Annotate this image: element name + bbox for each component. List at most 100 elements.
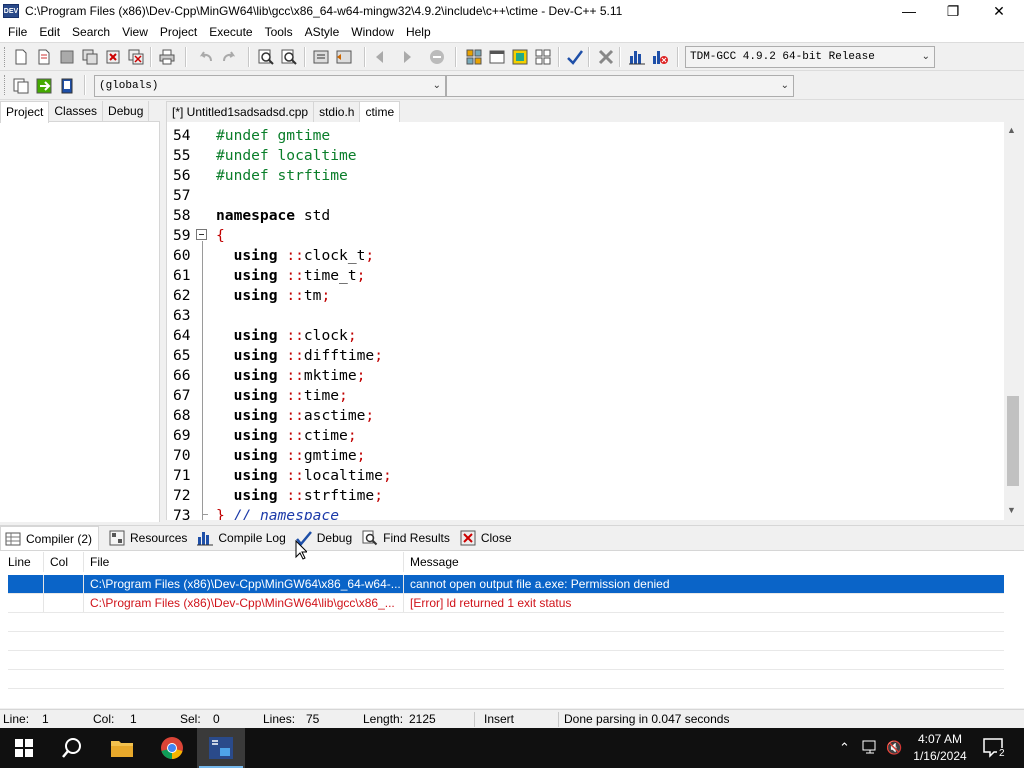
unindent-icon[interactable]	[335, 48, 353, 66]
new-class-icon[interactable]	[488, 48, 506, 66]
notifications-button[interactable]: 2	[970, 728, 1018, 768]
code-line[interactable]: 69 using ::ctime;	[167, 426, 1006, 446]
code-line[interactable]: 67 using ::time;	[167, 386, 1006, 406]
menu-tools[interactable]: Tools	[259, 22, 299, 42]
editor-vertical-scrollbar[interactable]: ▲ ▼	[1004, 122, 1021, 520]
tab-compile-log[interactable]: Compile Log	[193, 526, 291, 550]
code-line[interactable]: 72 using ::strftime;	[167, 486, 1006, 506]
menu-project[interactable]: Project	[154, 22, 203, 42]
code-line[interactable]: 64 using ::clock;	[167, 326, 1006, 346]
code-line[interactable]: 57	[167, 186, 1006, 206]
compiler-select[interactable]: TDM-GCC 4.9.2 64-bit Release ⌄	[685, 46, 935, 68]
menu-file[interactable]: File	[2, 22, 33, 42]
toolbar-grip[interactable]	[4, 75, 7, 95]
menu-edit[interactable]: Edit	[33, 22, 66, 42]
code-line[interactable]: 56 #undef strftime	[167, 166, 1006, 186]
dev-cpp-taskbar-button[interactable]	[197, 728, 245, 768]
tab-find-results[interactable]: Find Results	[358, 526, 456, 550]
open-project-icon[interactable]	[35, 48, 53, 66]
code-line[interactable]: 55 #undef localtime	[167, 146, 1006, 166]
menu-help[interactable]: Help	[400, 22, 437, 42]
member-select[interactable]: ⌄	[446, 75, 794, 97]
code-line[interactable]: 54 #undef gmtime	[167, 126, 1006, 146]
stop-execution-icon[interactable]	[428, 48, 446, 66]
print-icon[interactable]	[158, 48, 176, 66]
profile-icon[interactable]	[651, 48, 669, 66]
new-file-icon[interactable]	[12, 48, 30, 66]
file-explorer-button[interactable]	[98, 728, 146, 768]
code-line[interactable]: 70 using ::gmtime;	[167, 446, 1006, 466]
code-token: #undef strftime	[216, 167, 348, 184]
code-line[interactable]: 61 using ::time_t;	[167, 266, 1006, 286]
tab-debug[interactable]: Debug	[103, 101, 150, 121]
chart-icon[interactable]	[628, 48, 646, 66]
scope-select[interactable]: (globals) ⌄	[94, 75, 446, 97]
replace-icon[interactable]	[280, 48, 298, 66]
scrollbar-thumb[interactable]	[1007, 396, 1019, 486]
tab-stdio-h[interactable]: stdio.h	[313, 101, 361, 122]
tab-project[interactable]: Project	[0, 101, 50, 123]
tab-classes[interactable]: Classes	[49, 101, 104, 121]
new-window-icon[interactable]	[12, 77, 30, 95]
menu-search[interactable]: Search	[66, 22, 116, 42]
menu-execute[interactable]: Execute	[203, 22, 258, 42]
goto-icon[interactable]	[35, 77, 53, 95]
table-row[interactable]: C:\Program Files (x86)\Dev-Cpp\MinGW64\x…	[8, 575, 1004, 594]
code-line[interactable]: 68 using ::asctime;	[167, 406, 1006, 426]
system-clock[interactable]: 4:07 AM 1/16/2024	[910, 731, 970, 765]
close-window-button[interactable]: ✕	[976, 0, 1022, 22]
tab-ctime[interactable]: ctime	[359, 101, 401, 123]
code-line[interactable]: 59{	[167, 226, 1006, 246]
undo-icon[interactable]	[197, 48, 215, 66]
menu-view[interactable]: View	[116, 22, 154, 42]
column-header-col[interactable]: Col	[46, 552, 84, 572]
start-button[interactable]	[0, 728, 48, 768]
column-header-line[interactable]: Line	[4, 552, 44, 572]
code-line[interactable]: 60 using ::clock_t;	[167, 246, 1006, 266]
fold-collapse-icon[interactable]	[196, 229, 207, 240]
column-header-file[interactable]: File	[86, 552, 404, 572]
code-line[interactable]: 66 using ::mktime;	[167, 366, 1006, 386]
insert-icon[interactable]	[511, 48, 529, 66]
compile-icon[interactable]	[373, 48, 391, 66]
volume-muted-icon[interactable]: 🔇	[886, 740, 902, 756]
indent-icon[interactable]	[312, 48, 330, 66]
code-line[interactable]: 62 using ::tm;	[167, 286, 1006, 306]
windows-taskbar: ⌃ 🔇 4:07 AM 1/16/2024 2	[0, 728, 1024, 768]
menu-astyle[interactable]: AStyle	[299, 22, 346, 42]
redo-icon[interactable]	[220, 48, 238, 66]
scroll-up-icon[interactable]: ▲	[1007, 125, 1016, 135]
save-icon[interactable]	[58, 48, 76, 66]
find-icon[interactable]	[257, 48, 275, 66]
network-icon[interactable]	[862, 740, 878, 754]
maximize-button[interactable]: ❐	[930, 0, 976, 22]
minimize-button[interactable]: —	[886, 0, 932, 22]
code-line[interactable]: 63	[167, 306, 1006, 326]
bookmark-icon[interactable]	[58, 77, 76, 95]
check-syntax-icon[interactable]	[566, 48, 584, 66]
show-hidden-icons-icon[interactable]: ⌃	[839, 740, 850, 756]
code-editor[interactable]: 54 #undef gmtime 55 #undef localtime 56 #unde…	[166, 122, 1006, 520]
chrome-button[interactable]	[148, 728, 196, 768]
save-all-icon[interactable]	[81, 48, 99, 66]
table-row[interactable]: C:\Program Files (x86)\Dev-Cpp\MinGW64\l…	[8, 594, 1004, 613]
close-all-icon[interactable]	[127, 48, 145, 66]
code-line[interactable]: 73} // namespace	[167, 506, 1006, 520]
grid-view-icon[interactable]	[534, 48, 552, 66]
column-header-message[interactable]: Message	[406, 552, 1004, 572]
tab-compiler[interactable]: Compiler (2)	[0, 526, 100, 550]
scroll-down-icon[interactable]: ▼	[1007, 505, 1016, 515]
tab-resources[interactable]: Resources	[105, 526, 193, 550]
code-line[interactable]: 71 using ::localtime;	[167, 466, 1006, 486]
menu-window[interactable]: Window	[345, 22, 400, 42]
tab-close[interactable]: Close	[456, 526, 518, 550]
toolbar-grip[interactable]	[4, 47, 7, 67]
code-line[interactable]: 65 using ::difftime;	[167, 346, 1006, 366]
close-file-icon[interactable]	[104, 48, 122, 66]
run-icon[interactable]	[396, 48, 414, 66]
tab-untitled1sadsadsd-cpp[interactable]: [*] Untitled1sadsadsd.cpp	[166, 101, 315, 122]
project-options-icon[interactable]	[465, 48, 483, 66]
delete-icon[interactable]	[597, 48, 615, 66]
search-button[interactable]	[48, 728, 96, 768]
code-line[interactable]: 58 namespace std	[167, 206, 1006, 226]
